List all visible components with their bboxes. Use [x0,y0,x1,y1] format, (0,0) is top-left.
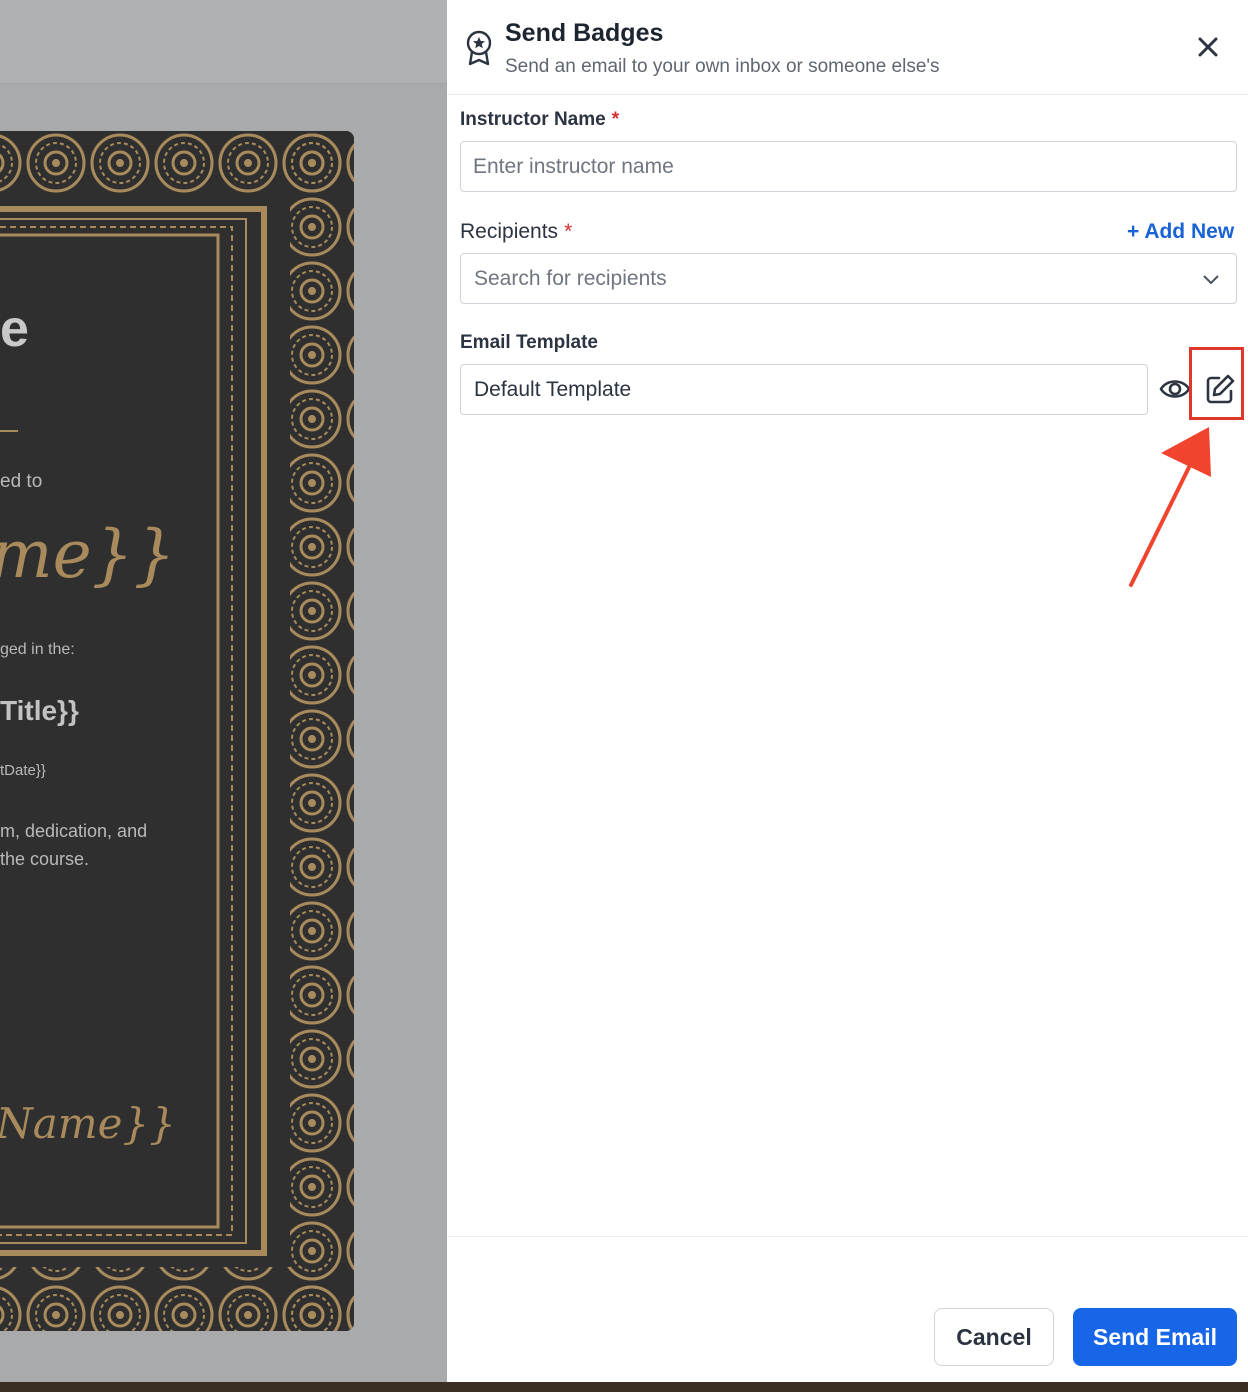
certificate-awarded-text: ed to [0,471,43,492]
email-template-select[interactable]: Default Template [460,364,1148,415]
edit-highlight-box [1189,347,1244,420]
taskbar-strip [0,1382,1248,1392]
drawer-footer: Cancel Send Email [447,1236,1248,1382]
required-marker: * [564,220,573,243]
certificate-body-line2: the course. [0,849,90,869]
recipients-label: Recipients * [460,220,572,244]
page-backdrop: e ed to me}} ged in the: Title}} tDate}}… [0,0,447,1392]
recipients-label-text: Recipients [460,220,559,243]
certificate-signature: Name}} [0,1099,176,1148]
certificate-lace-border [0,131,354,1331]
certificate-recipient-name: me}} [0,516,176,593]
instructor-name-label: Instructor Name * [460,109,619,131]
dimmed-topbar [0,0,447,84]
annotation-arrow [1129,427,1211,587]
drawer-title: Send Badges [505,19,664,47]
certificate-course-title: Title}} [0,695,79,726]
email-template-label: Email Template [460,332,598,353]
add-new-recipient-link[interactable]: + Add New [1127,220,1234,244]
certificate-body-line1: m, dedication, and [0,821,148,841]
drawer-header: Send Badges Send an email to your own in… [447,0,1248,95]
certificate-preview: e ed to me}} ged in the: Title}} tDate}}… [0,131,354,1331]
drawer-subtitle: Send an email to your own inbox or someo… [505,56,940,77]
instructor-name-input[interactable] [460,141,1237,192]
cancel-button[interactable]: Cancel [934,1308,1054,1366]
certificate-engaged-text: ged in the: [0,641,75,658]
send-badges-drawer: Send Badges Send an email to your own in… [447,0,1248,1382]
certificate-date: tDate}} [0,762,46,779]
instructor-name-label-text: Instructor Name [460,109,606,130]
eye-icon[interactable] [1159,375,1191,403]
required-marker: * [611,109,620,130]
certificate-heading: e [0,300,29,358]
send-email-button[interactable]: Send Email [1073,1308,1237,1366]
badge-icon [466,30,492,66]
email-template-value: Default Template [474,378,632,401]
recipients-placeholder: Search for recipients [474,267,667,290]
chevron-down-icon [1203,275,1219,285]
recipients-select[interactable]: Search for recipients [460,253,1237,304]
close-icon[interactable] [1195,34,1221,60]
